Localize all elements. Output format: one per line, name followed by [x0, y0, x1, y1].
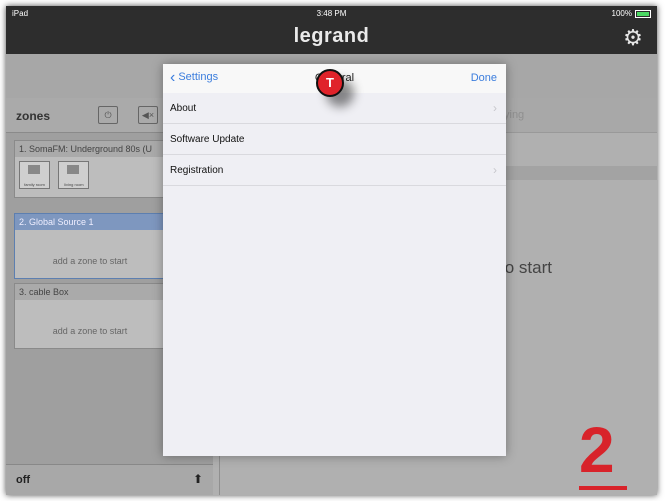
- app-header: legrand ⚙: [6, 22, 657, 54]
- battery-indicator: 100%: [612, 9, 651, 18]
- settings-row-software-update[interactable]: Software Update: [163, 124, 506, 155]
- power-state-label: off: [16, 474, 31, 486]
- chevron-right-icon: ›: [493, 101, 497, 115]
- step-number: 2: [579, 414, 615, 486]
- now-playing-subbar: [494, 166, 657, 180]
- fireplace-icon: [28, 165, 40, 174]
- room-chip-living[interactable]: living room: [58, 161, 90, 189]
- back-label: Settings: [178, 71, 219, 83]
- zones-title: zones: [16, 109, 51, 123]
- app-logo: legrand: [293, 25, 370, 47]
- row-label: Registration: [170, 165, 224, 176]
- back-button[interactable]: ‹ Settings: [170, 68, 219, 86]
- source-name: 2. Global Source 1: [15, 214, 165, 230]
- source-card-3[interactable]: 3. cable Box add a zone to start: [14, 283, 166, 349]
- row-label: About: [170, 103, 197, 114]
- divider: [219, 456, 220, 495]
- settings-row-registration[interactable]: Registration ›: [163, 155, 506, 186]
- room-chip-family[interactable]: family room: [19, 161, 50, 189]
- status-bar: iPad 3:48 PM 100%: [6, 6, 657, 22]
- empty-zone-hint: add a zone to start: [52, 256, 128, 266]
- room-label: family room: [24, 182, 45, 187]
- power-bar[interactable]: off ⬆: [6, 464, 213, 495]
- source-name: 1. SomaFM: Underground 80s (U: [15, 141, 165, 157]
- clock: 3:48 PM: [316, 9, 347, 18]
- source-card-2[interactable]: 2. Global Source 1 add a zone to start: [14, 213, 166, 279]
- chevron-left-icon: ‹: [170, 68, 176, 86]
- room-label: living room: [64, 182, 84, 187]
- tap-marker-icon: T: [316, 69, 344, 97]
- done-button[interactable]: Done: [471, 72, 497, 84]
- chevron-right-icon: ›: [493, 163, 497, 177]
- settings-list: About › Software Update Registration ›: [163, 93, 506, 186]
- step-underline: [579, 486, 627, 490]
- source-card-1[interactable]: 1. SomaFM: Underground 80s (U family roo…: [14, 140, 166, 198]
- sofa-icon: [67, 165, 80, 174]
- row-label: Software Update: [170, 134, 245, 145]
- arrow-up-icon[interactable]: ⬆: [193, 472, 203, 486]
- gear-icon[interactable]: ⚙: [623, 27, 643, 49]
- battery-icon: [635, 9, 651, 18]
- start-hint: to start: [500, 258, 552, 277]
- empty-zone-hint: add a zone to start: [52, 326, 128, 336]
- settings-modal: ‹ Settings General Done About › Software…: [163, 64, 506, 456]
- source-name: 3. cable Box: [15, 284, 165, 300]
- power-home-icon[interactable]: ⏻: [98, 106, 118, 124]
- settings-row-about[interactable]: About ›: [163, 93, 506, 124]
- now-playing-header: ying: [494, 98, 657, 133]
- battery-percent: 100%: [611, 9, 632, 18]
- mute-home-icon[interactable]: ◀×: [138, 106, 158, 124]
- now-playing-label: ying: [504, 109, 525, 121]
